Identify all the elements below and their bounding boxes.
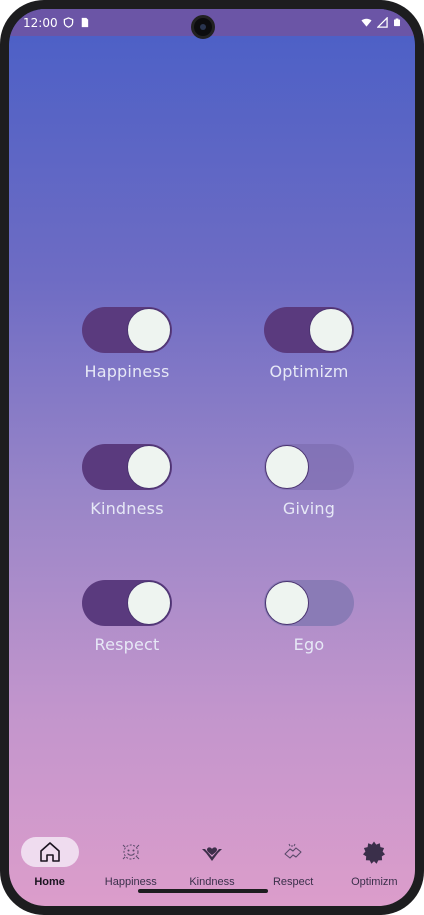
switch-knob	[265, 445, 309, 489]
status-right	[361, 17, 401, 28]
switch-knob	[265, 581, 309, 625]
nav-label: Optimizm	[351, 876, 398, 888]
nav-label: Kindness	[189, 876, 235, 888]
toggle-label: Kindness	[90, 499, 164, 518]
toggle-happiness: Happiness	[67, 307, 187, 381]
nav-item-respect[interactable]: Respect	[253, 837, 333, 888]
switch-knob	[127, 308, 171, 352]
toggle-giving: Giving	[249, 444, 369, 518]
battery-icon	[394, 18, 400, 27]
giving-switch[interactable]	[264, 444, 354, 490]
toggle-kindness: Kindness	[67, 444, 187, 518]
nav-item-kindness[interactable]: Kindness	[172, 837, 252, 888]
kindness-icon	[201, 847, 222, 861]
front-camera	[191, 15, 215, 39]
toggle-label: Happiness	[84, 362, 170, 381]
nav-active-indicator	[20, 837, 79, 867]
switch-knob	[309, 308, 353, 352]
switch-knob	[127, 581, 171, 625]
nav-item-happiness[interactable]: Happiness	[91, 837, 171, 888]
switch-knob	[127, 445, 171, 489]
toggle-label: Giving	[282, 499, 336, 518]
kindness-switch[interactable]	[82, 444, 172, 490]
signal-icon	[377, 17, 388, 28]
nav-label: Respect	[272, 876, 314, 888]
nav-item-optimizm[interactable]: Optimizm	[334, 837, 414, 888]
status-time: 12:00	[23, 15, 58, 30]
nav-item-home[interactable]: Home	[10, 837, 90, 888]
home-indicator[interactable]	[138, 889, 268, 893]
sim-card-icon	[81, 17, 88, 28]
status-left: 12:00	[23, 16, 90, 30]
ego-switch[interactable]	[264, 580, 354, 626]
toggle-ego: Ego	[249, 580, 369, 654]
happiness-icon	[122, 844, 140, 860]
bottom-nav: Home Happiness Kindness Respect Optimizm	[9, 826, 415, 906]
optimizm-icon	[363, 841, 386, 864]
toggle-label: Respect	[94, 635, 160, 654]
phone-frame: 12:00 Happiness Optimizm Kindness Giving…	[0, 0, 424, 915]
respect-switch[interactable]	[82, 580, 172, 626]
respect-icon	[284, 843, 302, 859]
optimizm-switch[interactable]	[264, 307, 354, 353]
toggle-label: Ego	[293, 635, 325, 654]
wifi-icon	[361, 18, 372, 27]
toggle-label: Optimizm	[269, 362, 349, 381]
toggle-optimizm: Optimizm	[249, 307, 369, 381]
shield-icon	[63, 17, 73, 28]
nav-label: Home	[34, 876, 65, 888]
nav-label: Happiness	[104, 876, 157, 888]
home-icon	[39, 842, 60, 862]
happiness-switch[interactable]	[82, 307, 172, 353]
toggle-respect: Respect	[67, 580, 187, 654]
app-screen: 12:00 Happiness Optimizm Kindness Giving…	[9, 9, 415, 906]
